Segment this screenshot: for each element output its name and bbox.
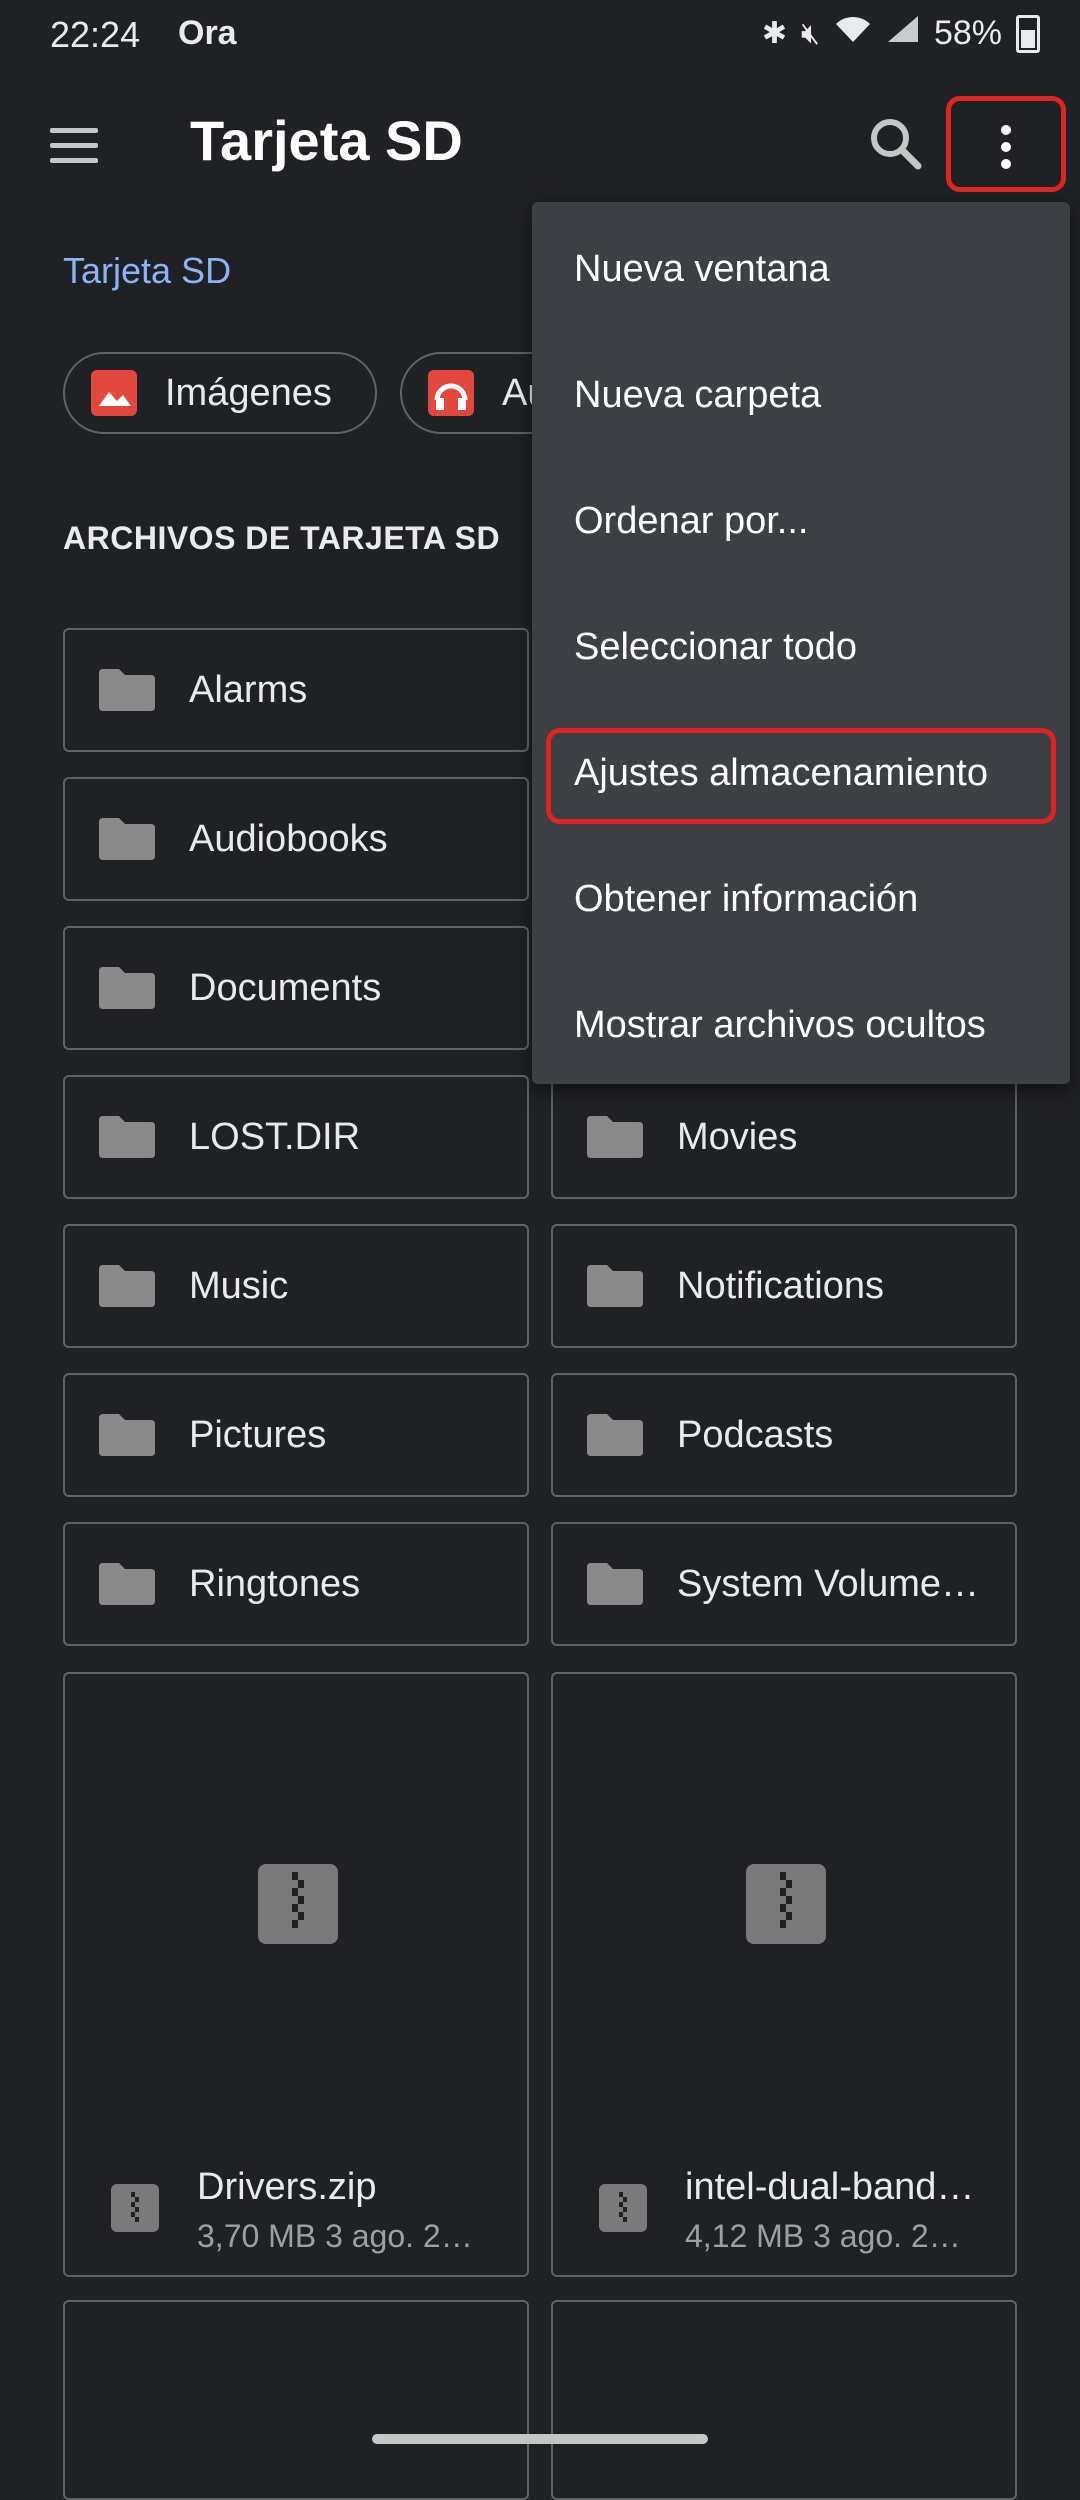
folder-name: Notifications bbox=[677, 1264, 884, 1307]
status-time: 22:24 bbox=[50, 14, 141, 55]
folder-icon bbox=[587, 1414, 643, 1456]
menu-item-show-hidden-files[interactable]: Mostrar archivos ocultos bbox=[532, 962, 1070, 1088]
folder-item[interactable]: Alarms bbox=[63, 628, 529, 752]
zip-file-icon bbox=[111, 2184, 159, 2232]
folder-name: Music bbox=[189, 1264, 289, 1307]
file-name: Drivers.zip bbox=[197, 2166, 377, 2208]
section-header: ARCHIVOS DE TARJETA SD bbox=[63, 520, 501, 556]
image-icon bbox=[91, 370, 137, 416]
folder-icon bbox=[587, 1563, 643, 1605]
folder-icon bbox=[99, 1563, 155, 1605]
more-options-button[interactable] bbox=[946, 96, 1066, 192]
battery-icon bbox=[1016, 14, 1040, 53]
folder-icon bbox=[99, 818, 155, 860]
folder-icon bbox=[99, 1265, 155, 1307]
menu-item-new-window[interactable]: Nueva ventana bbox=[532, 206, 1070, 332]
folder-name: Alarms bbox=[189, 668, 308, 711]
menu-item-highlight bbox=[546, 728, 1056, 824]
zip-file-icon bbox=[746, 1864, 826, 1944]
folder-item[interactable]: Movies bbox=[551, 1075, 1017, 1199]
file-name: intel-dual-band… bbox=[685, 2166, 975, 2208]
file-card-intel[interactable]: intel-dual-band… 4,12 MB 3 ago. 2… bbox=[551, 1672, 1017, 2277]
folder-name: System Volume… bbox=[677, 1562, 979, 1605]
page-title: Tarjeta SD bbox=[190, 109, 463, 172]
folder-item[interactable]: Documents bbox=[63, 926, 529, 1050]
folder-icon bbox=[587, 1265, 643, 1307]
folder-item[interactable]: Ringtones bbox=[63, 1522, 529, 1646]
folder-name: Movies bbox=[677, 1115, 798, 1158]
folder-name: Pictures bbox=[189, 1413, 327, 1456]
folder-item[interactable]: LOST.DIR bbox=[63, 1075, 529, 1199]
status-icons: ✱ 🔇︎ 58% bbox=[762, 14, 1040, 53]
chip-label: Imágenes bbox=[165, 371, 332, 414]
folder-name: Ringtones bbox=[189, 1562, 361, 1605]
folder-name: Audiobooks bbox=[189, 817, 388, 860]
folder-icon bbox=[587, 1116, 643, 1158]
breadcrumb[interactable]: Tarjeta SD bbox=[63, 250, 231, 292]
status-bar: 22:24 Ora ✱ 🔇︎ 58% bbox=[0, 0, 1080, 80]
menu-item-sort-by[interactable]: Ordenar por... bbox=[532, 458, 1070, 584]
folder-item[interactable]: Pictures bbox=[63, 1373, 529, 1497]
bluetooth-icon: ✱ bbox=[761, 17, 788, 50]
folder-name: LOST.DIR bbox=[189, 1115, 361, 1158]
wifi-icon bbox=[834, 14, 872, 53]
file-card[interactable] bbox=[551, 2300, 1017, 2500]
battery-percent: 58% bbox=[933, 14, 1002, 52]
file-meta: 4,12 MB 3 ago. 2… bbox=[685, 2218, 961, 2254]
home-indicator[interactable] bbox=[372, 2434, 708, 2444]
menu-item-select-all[interactable]: Seleccionar todo bbox=[532, 584, 1070, 710]
headphones-icon bbox=[428, 370, 474, 416]
file-meta: 3,70 MB 3 ago. 2… bbox=[197, 2218, 473, 2254]
folder-item[interactable]: Podcasts bbox=[551, 1373, 1017, 1497]
folder-item[interactable]: Audiobooks bbox=[63, 777, 529, 901]
folder-icon bbox=[99, 669, 155, 711]
signal-icon bbox=[886, 14, 920, 53]
folder-name: Documents bbox=[189, 966, 382, 1009]
status-carrier: Ora bbox=[178, 14, 237, 52]
overflow-menu: Nueva ventana Nueva carpeta Ordenar por...… bbox=[532, 202, 1070, 1084]
chip-images[interactable]: Imágenes bbox=[63, 352, 377, 434]
mute-icon: 🔇︎ bbox=[801, 16, 820, 50]
zip-file-icon bbox=[599, 2184, 647, 2232]
file-card-drivers[interactable]: Drivers.zip 3,70 MB 3 ago. 2… bbox=[63, 1672, 529, 2277]
menu-item-get-info[interactable]: Obtener información bbox=[532, 836, 1070, 962]
folder-item[interactable]: Notifications bbox=[551, 1224, 1017, 1348]
folder-item[interactable]: System Volume… bbox=[551, 1522, 1017, 1646]
menu-item-new-folder[interactable]: Nueva carpeta bbox=[532, 332, 1070, 458]
zip-file-icon bbox=[258, 1864, 338, 1944]
search-icon[interactable] bbox=[860, 108, 932, 180]
folder-item[interactable]: Music bbox=[63, 1224, 529, 1348]
folder-icon bbox=[99, 1414, 155, 1456]
folder-icon bbox=[99, 967, 155, 1009]
folder-icon bbox=[99, 1116, 155, 1158]
folder-name: Podcasts bbox=[677, 1413, 834, 1456]
file-card[interactable] bbox=[63, 2300, 529, 2500]
hamburger-menu-button[interactable] bbox=[40, 110, 110, 180]
